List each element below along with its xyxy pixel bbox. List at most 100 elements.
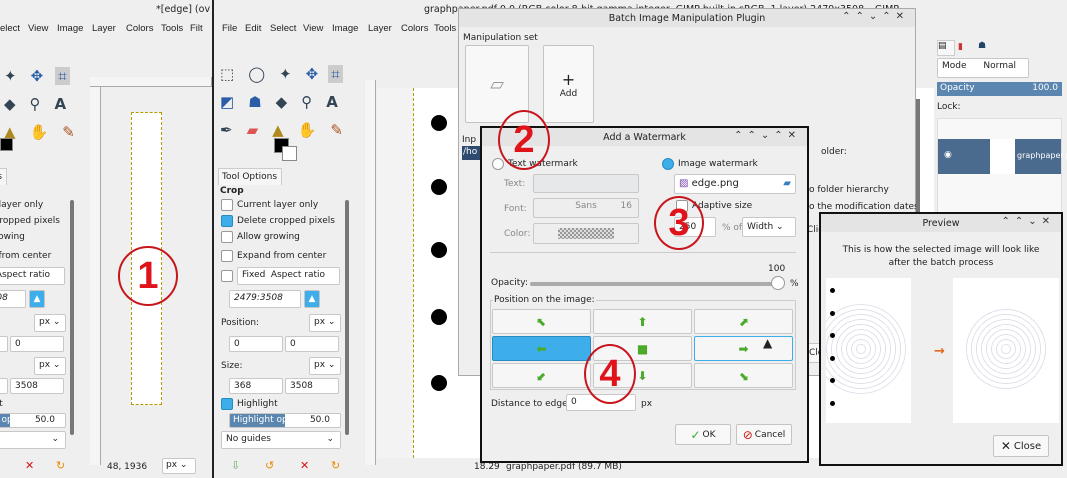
ratio-input[interactable]: 2479:3508	[0, 290, 26, 308]
add-button[interactable]: + Add	[543, 45, 594, 123]
restore-icon[interactable]: ↺	[265, 459, 274, 472]
position-bottom-left[interactable]: ⬋	[492, 363, 591, 388]
position-left[interactable]: ⬅	[492, 336, 591, 361]
delete-icon[interactable]: ✕	[25, 459, 34, 472]
opacity-slider[interactable]	[530, 282, 780, 286]
arrow-icon: →	[934, 344, 945, 359]
menu-item[interactable]: Tools	[434, 23, 456, 34]
left-gimp-window: *[edge] (ov elect View Image Layer Colors Too…	[0, 0, 212, 478]
checkbox-label: Expand from center	[0, 251, 52, 261]
text-watermark-radio[interactable]	[492, 158, 504, 170]
tool-options-tab[interactable]: Tool Options	[0, 168, 7, 185]
radio-label: Image watermark	[678, 159, 758, 169]
menu-item[interactable]: Filt	[190, 23, 203, 34]
window-controls[interactable]: ⌃⌃⌄⌃✕	[842, 11, 909, 22]
layers-tab[interactable]: ▤	[937, 40, 955, 56]
position-top-right[interactable]: ⬈	[694, 309, 793, 334]
guides-select[interactable]: No guides⌄	[0, 431, 66, 449]
menu-item[interactable]: Colors	[126, 23, 153, 34]
position-y-input[interactable]: 0	[10, 336, 64, 352]
distance-label: Distance to edge:	[491, 399, 571, 409]
after-image	[953, 278, 1059, 423]
ok-button[interactable]: ✓ OK	[675, 424, 731, 445]
menu-item[interactable]: Tools	[161, 23, 183, 34]
current-layer-checkbox[interactable]	[221, 199, 233, 211]
annotation-2: 2	[498, 110, 550, 170]
highlight-opacity-slider[interactable]: Highlight opacity50.0	[229, 413, 341, 428]
tool-options-tab[interactable]: Tool Options	[218, 168, 282, 185]
position-x-input[interactable]: 0	[229, 336, 283, 352]
position-y-input[interactable]: 0	[285, 336, 339, 352]
position-top-left[interactable]: ⬉	[492, 309, 591, 334]
reset-icon[interactable]: ↻	[331, 459, 340, 472]
portrait-button[interactable]: ▲	[304, 290, 320, 308]
expand-center-checkbox[interactable]	[221, 250, 233, 262]
menu-item[interactable]: Colors	[401, 23, 428, 34]
font-button[interactable]: Sans 16	[533, 198, 639, 218]
close-icon: ✕	[1000, 439, 1011, 453]
paths-tab[interactable]: ☗	[978, 41, 986, 51]
portrait-button[interactable]: ▲	[29, 290, 45, 308]
checkbox-label: Highlight	[0, 399, 3, 409]
mode-select[interactable]: Mode Normal	[937, 58, 1029, 78]
ratio-input[interactable]: 2479:3508	[229, 290, 301, 308]
checkbox-label: Allow growing	[237, 232, 300, 242]
layer-name[interactable]: graphpaper.pdf	[1017, 151, 1067, 160]
reset-icon[interactable]: ↻	[56, 459, 65, 472]
highlight-opacity-slider[interactable]: Highlight opacity50.0	[0, 413, 66, 428]
dimension-select[interactable]: Width ⌄	[742, 217, 796, 237]
highlight-checkbox[interactable]	[221, 398, 233, 410]
size-width-input[interactable]: 368	[0, 378, 8, 394]
menu-item[interactable]: Layer	[368, 23, 392, 34]
delete-cropped-checkbox[interactable]	[221, 215, 233, 227]
fixed-checkbox[interactable]	[221, 270, 233, 282]
position-x-input[interactable]: 0	[0, 336, 8, 352]
position-label: Position on the image:	[493, 295, 596, 305]
layer-row[interactable]: ◉ graphpaper.pdf	[938, 139, 1067, 174]
preview-description: This is how the selected image will look…	[842, 245, 1040, 268]
delete-icon[interactable]: ✕	[300, 459, 309, 472]
size-height-input[interactable]: 3508	[10, 378, 64, 394]
checkbox-label: Delete cropped pixels	[0, 216, 60, 226]
channels-tab[interactable]: ▮	[958, 42, 963, 52]
lock-label: Lock:	[937, 102, 961, 112]
visibility-icon[interactable]: ◉	[944, 150, 952, 160]
cancel-button[interactable]: ⊘ Cancel	[736, 424, 792, 445]
zoom-readout[interactable]: 18.29	[474, 462, 500, 472]
mouse-cursor-icon: ▲	[763, 336, 773, 350]
fixed-mode-select[interactable]: FixedAspect ratio	[237, 267, 340, 285]
size-unit-select[interactable]: px ⌄	[309, 357, 341, 375]
size-width-input[interactable]: 368	[229, 378, 283, 394]
guides-select[interactable]: No guides⌄	[221, 431, 341, 449]
annotation-1: 1	[118, 246, 178, 306]
window-controls[interactable]: ⌃⌃⌄✕	[1001, 216, 1055, 227]
position-unit-select[interactable]: px ⌄	[34, 314, 66, 332]
image-watermark-radio[interactable]	[662, 158, 674, 170]
font-label: Font:	[504, 204, 527, 214]
position-right[interactable]: ➡	[694, 336, 793, 361]
size-height-input[interactable]: 3508	[285, 378, 339, 394]
hole-dot	[830, 401, 835, 406]
text-input[interactable]	[533, 174, 639, 193]
image-file-chooser[interactable]: ▨ edge.png ▰	[674, 174, 796, 194]
window-controls[interactable]: ⌃⌃⌄⌃✕	[734, 130, 801, 141]
close-button[interactable]: ✕ Close	[993, 435, 1049, 457]
hole-dot	[830, 333, 835, 338]
hole-dot	[431, 179, 447, 195]
menu-item[interactable]: Layer	[92, 23, 116, 34]
fixed-mode-select[interactable]: FixedAspect ratio	[0, 267, 65, 285]
position-bottom-right[interactable]: ⬊	[694, 363, 793, 388]
position-top[interactable]: ⬆	[593, 309, 692, 334]
position-unit-select[interactable]: px ⌄	[309, 314, 341, 332]
text-label: Text:	[504, 179, 526, 189]
allow-growing-checkbox[interactable]	[221, 231, 233, 243]
opacity-slider-handle[interactable]	[771, 276, 785, 290]
unit-select[interactable]: px ⌄	[162, 458, 196, 474]
tool-options-slot: Tool Options Crop Current layer only Del…	[0, 0, 80, 478]
save-preset-icon[interactable]: ⇩	[231, 459, 240, 472]
scrollbar[interactable]	[345, 200, 349, 435]
opacity-slider[interactable]: Opacity 100.0	[937, 82, 1062, 96]
size-unit-select[interactable]: px ⌄	[34, 357, 66, 375]
color-button[interactable]	[533, 223, 639, 244]
scrollbar[interactable]	[70, 200, 74, 435]
